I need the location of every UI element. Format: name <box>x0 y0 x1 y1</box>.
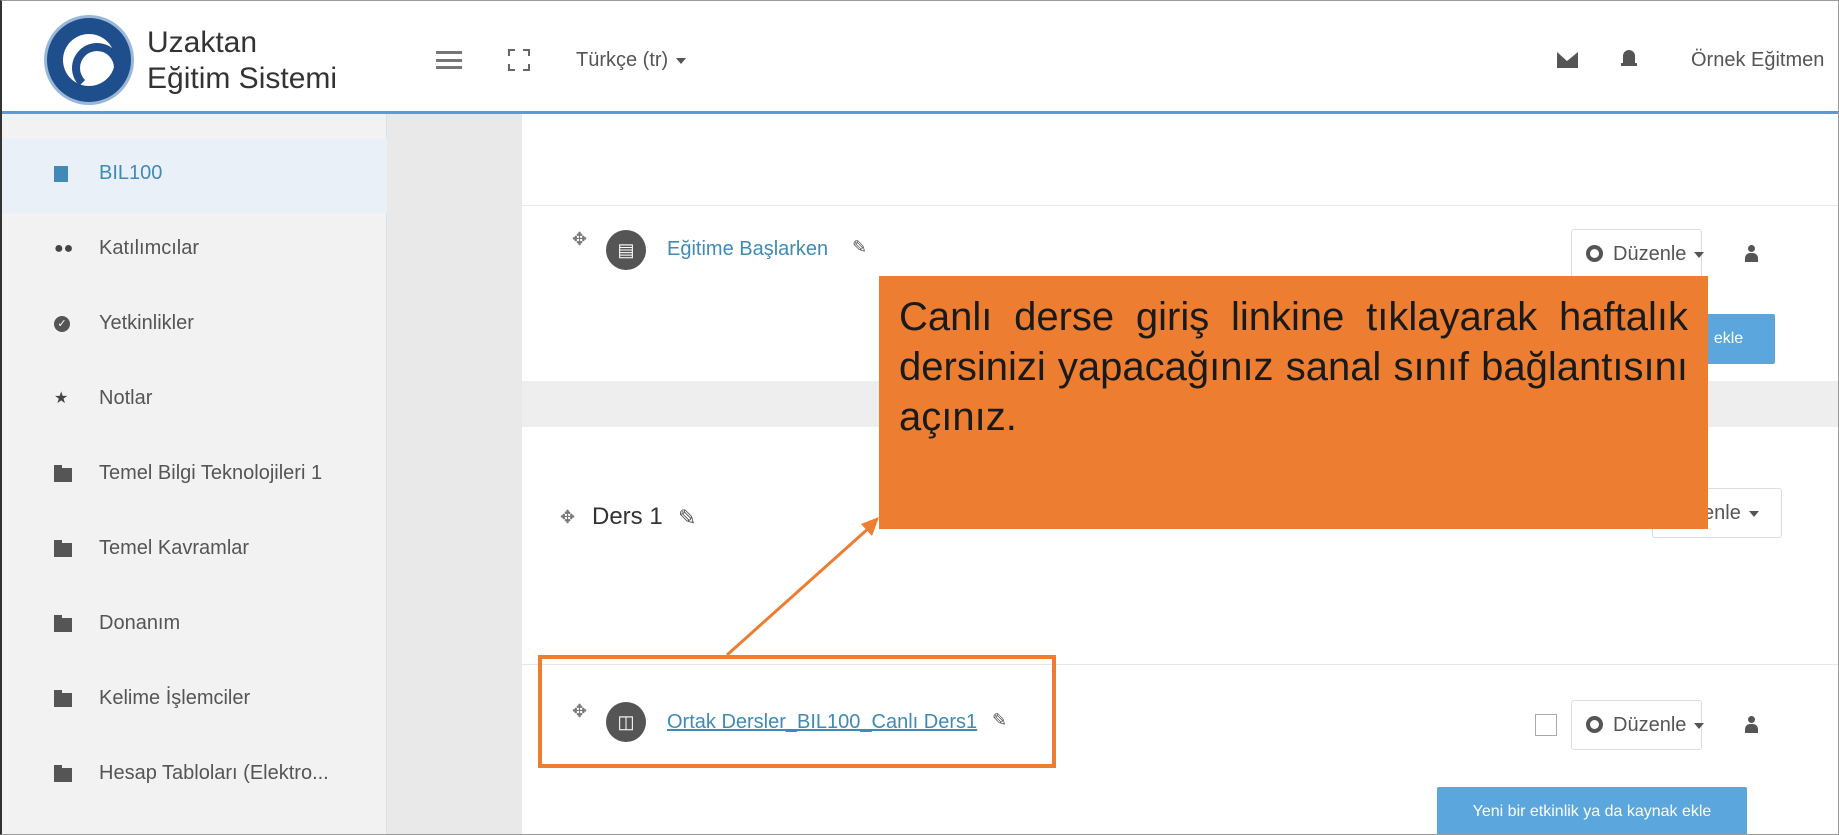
folder-icon <box>54 765 72 782</box>
folder-icon <box>54 690 72 707</box>
move-icon[interactable]: ✥ <box>560 507 575 528</box>
sidebar-item-competencies[interactable]: ✓ Yetkinlikler <box>2 288 387 363</box>
envelope-icon[interactable] <box>1557 52 1578 68</box>
sidebar-item-label: Donanım <box>99 612 181 634</box>
bell-icon[interactable] <box>1621 48 1637 68</box>
course-sidebar: BIL100 ●● Katılımcılar ✓ Yetkinlikler ★ … <box>2 114 387 834</box>
sidebar-item-label: Kelime İşlemciler <box>99 687 251 709</box>
sidebar-item-label: Temel Bilgi Teknolojileri 1 <box>99 462 323 484</box>
edit-label: Düzenle <box>1613 243 1687 265</box>
user-menu[interactable]: Örnek Eğitmen <box>1691 49 1824 72</box>
sidebar-gutter <box>387 114 522 834</box>
gear-icon <box>1586 245 1603 262</box>
sidebar-item-topic-1[interactable]: Temel Bilgi Teknolojileri 1 <box>2 438 387 513</box>
section-title: Ders 1 <box>592 503 663 530</box>
add-activity-button[interactable]: Yeni bir etkinlik ya da kaynak ekle <box>1437 787 1747 834</box>
check-circle-icon: ✓ <box>54 316 70 332</box>
gear-icon <box>1586 716 1603 733</box>
language-label: Türkçe (tr) <box>576 49 669 71</box>
site-brand[interactable]: Uzaktan Eğitim Sistemi <box>147 25 337 97</box>
sidebar-item-participants[interactable]: ●● Katılımcılar <box>2 213 387 288</box>
sidebar-item-topic-3[interactable]: Donanım <box>2 588 387 663</box>
add-label: Yeni bir etkinlik ya da kaynak ekle <box>1472 803 1712 820</box>
star-icon: ★ <box>54 390 69 407</box>
sidebar-item-bil100[interactable]: BIL100 <box>2 138 387 213</box>
sidebar-item-label: Hesap Tabloları (Elektro... <box>99 762 329 784</box>
brand-line-2: Eğitim Sistemi <box>147 62 338 95</box>
sidebar-item-label: Yetkinlikler <box>99 312 194 334</box>
add-label: ekle <box>1713 330 1744 347</box>
chevron-down-icon <box>676 57 687 64</box>
sidebar-item-grades[interactable]: ★ Notlar <box>2 363 387 438</box>
sidebar-item-topic-4[interactable]: Kelime İşlemciler <box>2 663 387 738</box>
sidebar-item-topic-5[interactable]: Hesap Tabloları (Elektro... <box>2 738 387 813</box>
instruction-callout: Canlı derse giriş linkine tıklayarak haf… <box>879 276 1708 529</box>
chevron-down-icon <box>1694 722 1705 729</box>
pencil-icon[interactable]: ✎ <box>678 505 696 531</box>
screenshot-frame: Uzaktan Eğitim Sistemi Türkçe (tr) Örnek… <box>0 0 1839 835</box>
university-logo[interactable] <box>44 15 134 105</box>
highlight-box <box>538 655 1056 768</box>
chevron-down-icon <box>1748 510 1759 517</box>
sidebar-item-label: BIL100 <box>99 162 163 184</box>
folder-icon <box>54 465 72 482</box>
edit-menu-button[interactable]: Düzenle <box>1571 229 1705 279</box>
activity-link-getting-started[interactable]: Eğitime Başlarken <box>667 238 828 261</box>
brand-line-1: Uzaktan <box>147 26 258 59</box>
move-icon[interactable]: ✥ <box>572 229 587 250</box>
callout-text: Canlı derse giriş linkine tıklayarak haf… <box>899 295 1688 439</box>
section-divider <box>522 205 1838 206</box>
edit-menu-button[interactable]: Düzenle <box>1571 700 1705 750</box>
sidebar-item-label: Temel Kavramlar <box>99 537 250 559</box>
pencil-icon[interactable]: ✎ <box>852 237 867 258</box>
chevron-down-icon <box>1694 251 1705 258</box>
folder-icon <box>54 615 72 632</box>
document-icon: ▤ <box>606 230 646 270</box>
person-icon[interactable] <box>1745 245 1758 263</box>
folder-icon <box>54 540 72 557</box>
sidebar-item-label: Notlar <box>99 387 153 409</box>
language-selector[interactable]: Türkçe (tr) <box>576 49 687 72</box>
top-navbar: Uzaktan Eğitim Sistemi Türkçe (tr) Örnek… <box>2 1 1838 114</box>
book-icon <box>54 166 70 182</box>
users-icon: ●● <box>54 240 74 257</box>
sidebar-item-label: Katılımcılar <box>99 237 200 259</box>
sidebar-item-topic-2[interactable]: Temel Kavramlar <box>2 513 387 588</box>
person-icon[interactable] <box>1745 716 1758 734</box>
fullscreen-icon[interactable] <box>508 49 530 71</box>
edit-label: Düzenle <box>1613 714 1687 736</box>
activity-checkbox[interactable] <box>1535 714 1557 736</box>
hamburger-menu-icon[interactable] <box>436 51 462 69</box>
